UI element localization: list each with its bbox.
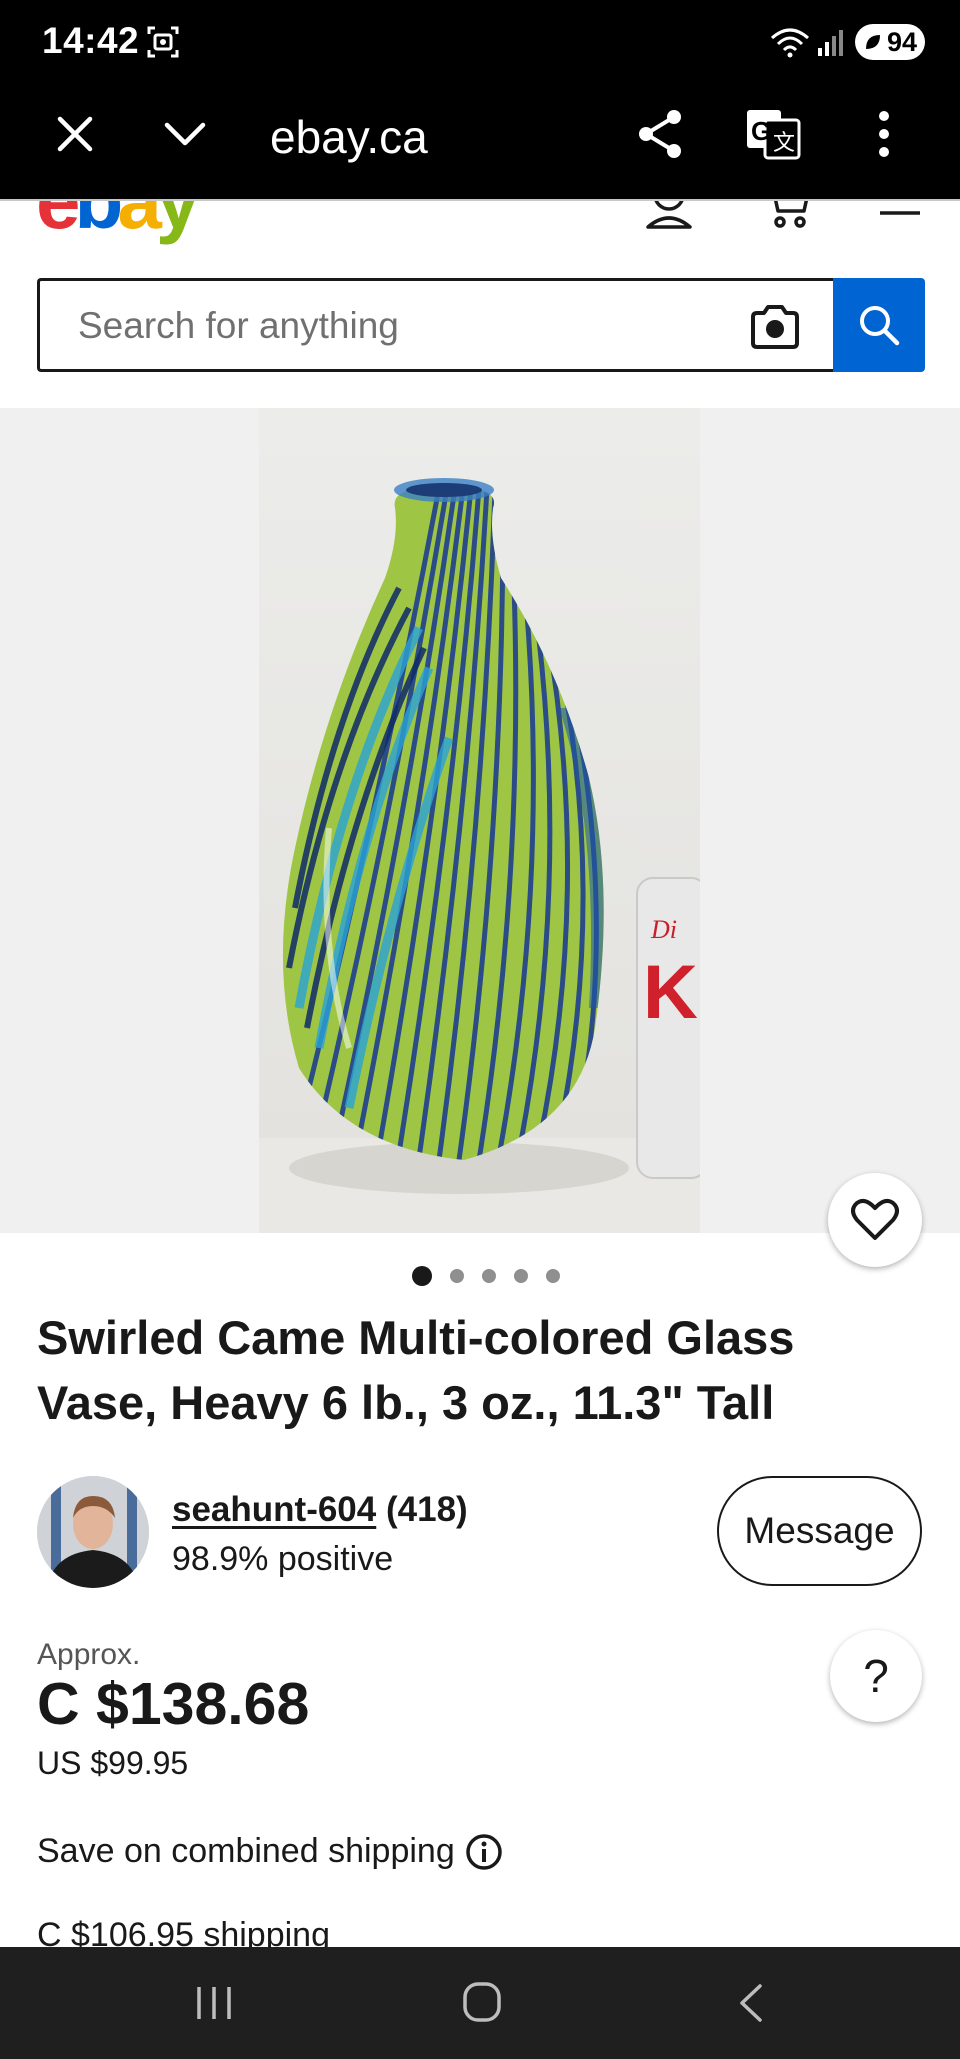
product-image[interactable]: Di K: [259, 408, 700, 1233]
screenshot-icon: [147, 26, 179, 58]
seller-feedback-count: (418): [385, 1490, 468, 1529]
status-time: 14:42: [42, 20, 140, 61]
price-usd: US $99.95: [37, 1745, 189, 1781]
gallery-dot-1[interactable]: [412, 1266, 432, 1286]
wifi-icon: [771, 28, 809, 58]
battery-level: 94: [886, 26, 917, 57]
search-icon: [860, 306, 900, 346]
price-approx-label: Approx.: [37, 1638, 141, 1671]
gallery-pagination: [0, 1266, 960, 1286]
info-icon[interactable]: [465, 1833, 503, 1871]
help-button[interactable]: ?: [830, 1630, 922, 1722]
search-bar: [37, 278, 925, 372]
translate-icon[interactable]: G 文: [745, 108, 801, 160]
combined-shipping[interactable]: Save on combined shipping: [37, 1832, 503, 1871]
search-button[interactable]: [833, 278, 925, 372]
back-icon[interactable]: [736, 1983, 764, 2023]
gallery-dot-2[interactable]: [450, 1269, 464, 1283]
gallery-dot-3[interactable]: [482, 1269, 496, 1283]
price-cad: C $138.68: [37, 1671, 310, 1737]
search-input[interactable]: [78, 301, 718, 351]
url-bar[interactable]: ebay.ca: [270, 110, 428, 164]
camera-icon[interactable]: [749, 305, 801, 349]
svg-text:文: 文: [773, 131, 795, 156]
seller-info: seahunt-604 (418): [172, 1490, 468, 1530]
home-icon[interactable]: [462, 1981, 502, 2023]
chevron-down-icon[interactable]: [163, 120, 207, 148]
svg-text:G: G: [751, 116, 771, 146]
svg-text:K: K: [643, 950, 698, 1035]
gallery-dot-4[interactable]: [514, 1269, 528, 1283]
watch-button[interactable]: [828, 1173, 922, 1267]
seller-feedback-percent: 98.9% positive: [172, 1540, 394, 1578]
menu-icon[interactable]: [878, 199, 922, 217]
site-header: ebay: [0, 199, 960, 409]
browser-toolbar: ebay.ca G 文: [0, 84, 960, 199]
close-icon[interactable]: [55, 114, 95, 154]
seller-name-link[interactable]: seahunt-604: [172, 1490, 376, 1529]
recent-apps-icon[interactable]: [195, 1985, 233, 2021]
avatar-image: [37, 1476, 149, 1588]
combined-shipping-text: Save on combined shipping: [37, 1832, 455, 1870]
more-vertical-icon[interactable]: [876, 108, 892, 160]
image-gallery[interactable]: Di K: [0, 408, 960, 1233]
svg-text:Di: Di: [650, 915, 677, 944]
status-bar: 14:42 94: [0, 0, 960, 84]
signal-icon: [818, 30, 843, 56]
share-icon[interactable]: [636, 108, 684, 160]
battery-indicator: 94: [855, 24, 925, 60]
search-box: [37, 278, 833, 372]
item-title: Swirled Came Multi-colored Glass Vase, H…: [37, 1311, 795, 1429]
help-label: ?: [863, 1650, 889, 1702]
account-icon[interactable]: [645, 199, 693, 229]
ebay-logo[interactable]: ebay: [36, 201, 200, 247]
battery-saver-icon: [866, 35, 880, 49]
seller-avatar[interactable]: [37, 1476, 149, 1588]
message-seller-button[interactable]: Message: [717, 1476, 922, 1586]
cart-icon[interactable]: [766, 199, 810, 229]
heart-icon: [851, 1198, 899, 1240]
system-navigation-bar: [0, 1947, 960, 2059]
gallery-dot-5[interactable]: [546, 1269, 560, 1283]
